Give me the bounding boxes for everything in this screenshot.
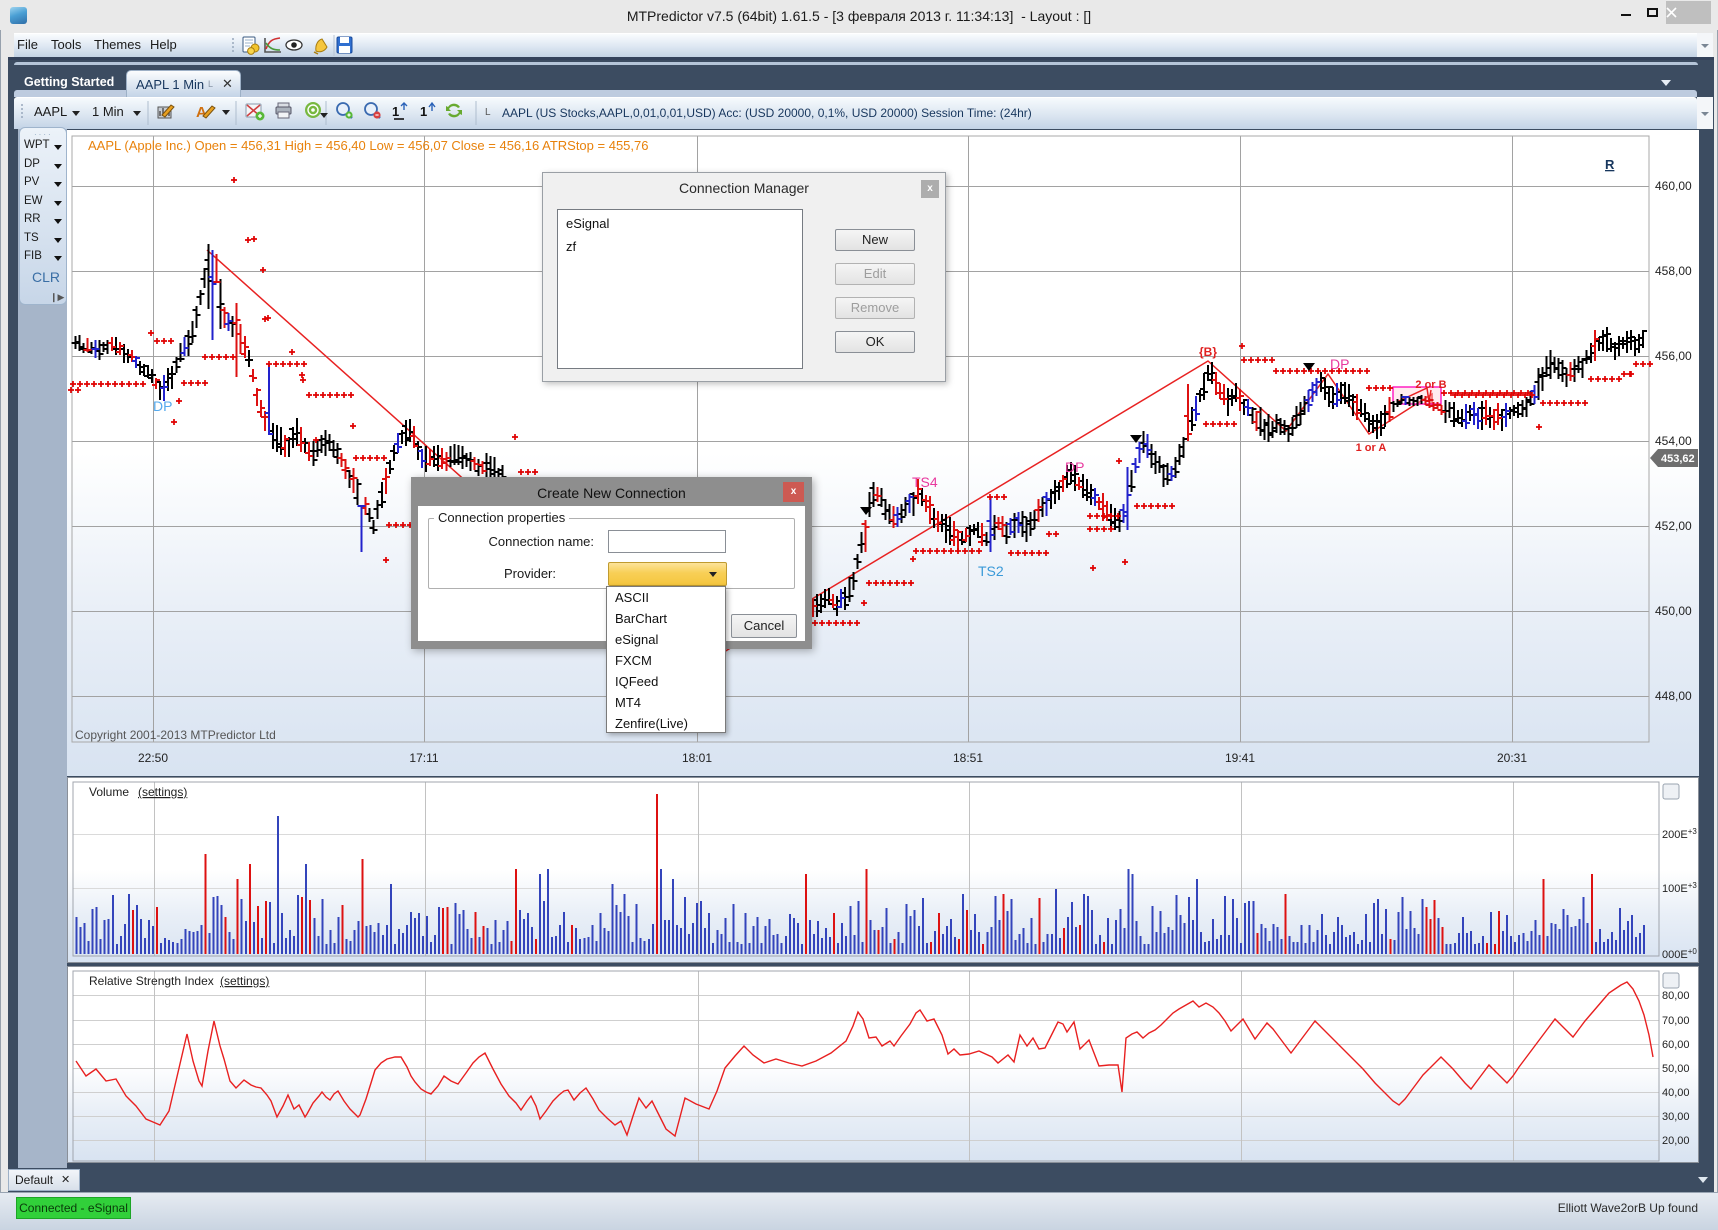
svg-text:20,00: 20,00 <box>1662 1135 1690 1147</box>
svg-text:DP: DP <box>153 398 172 414</box>
svg-text:458,00: 458,00 <box>1655 264 1692 278</box>
svg-text:453,62: 453,62 <box>1661 453 1695 465</box>
svg-text:19:41: 19:41 <box>1225 751 1255 765</box>
svg-text:60,00: 60,00 <box>1662 1039 1690 1051</box>
svg-text:Volume: Volume <box>89 785 129 799</box>
svg-text:{B}: {B} <box>1199 345 1217 359</box>
svg-text:Relative Strength Index: Relative Strength Index <box>89 974 214 988</box>
svg-text:A: A <box>196 104 207 121</box>
svg-text:22:50: 22:50 <box>138 751 168 765</box>
svg-text:448,00: 448,00 <box>1655 689 1692 703</box>
svg-text:17:11: 17:11 <box>409 751 438 765</box>
svg-text:30,00: 30,00 <box>1662 1111 1690 1123</box>
svg-text:2 or B: 2 or B <box>1415 379 1446 391</box>
svg-text:450,00: 450,00 <box>1655 604 1692 618</box>
svg-text:1 or A: 1 or A <box>1356 442 1387 454</box>
svg-text:(settings): (settings) <box>138 785 187 799</box>
svg-text:R: R <box>1605 157 1615 172</box>
svg-text:DP: DP <box>1330 356 1349 372</box>
svg-text:(settings): (settings) <box>220 974 269 988</box>
svg-text:40,00: 40,00 <box>1662 1087 1690 1099</box>
svg-text:80,00: 80,00 <box>1662 990 1690 1002</box>
svg-text:18:51: 18:51 <box>953 751 983 765</box>
svg-text:100E+3: 100E+3 <box>1662 881 1697 895</box>
svg-text:18:01: 18:01 <box>682 751 712 765</box>
svg-text:460,00: 460,00 <box>1655 179 1692 193</box>
svg-text:TS4: TS4 <box>912 474 938 490</box>
svg-text:50,00: 50,00 <box>1662 1063 1690 1075</box>
svg-text:200E+3: 200E+3 <box>1662 827 1697 841</box>
svg-text:454,00: 454,00 <box>1655 434 1692 448</box>
svg-text:Copyright 2001-2013 MTPredicto: Copyright 2001-2013 MTPredictor Ltd <box>75 728 276 742</box>
svg-text:AAPL (Apple Inc.) Open = 456,3: AAPL (Apple Inc.) Open = 456,31 High = 4… <box>88 138 648 153</box>
svg-text:20:31: 20:31 <box>1497 751 1527 765</box>
svg-text:1: 1 <box>392 104 399 119</box>
svg-text:456,00: 456,00 <box>1655 349 1692 363</box>
svg-text:000E+0: 000E+0 <box>1662 947 1697 961</box>
svg-text:452,00: 452,00 <box>1655 519 1692 533</box>
svg-text:1: 1 <box>420 104 427 119</box>
svg-text:TS2: TS2 <box>978 563 1004 579</box>
svg-text:70,00: 70,00 <box>1662 1015 1690 1027</box>
svg-text:DP: DP <box>1065 459 1084 475</box>
